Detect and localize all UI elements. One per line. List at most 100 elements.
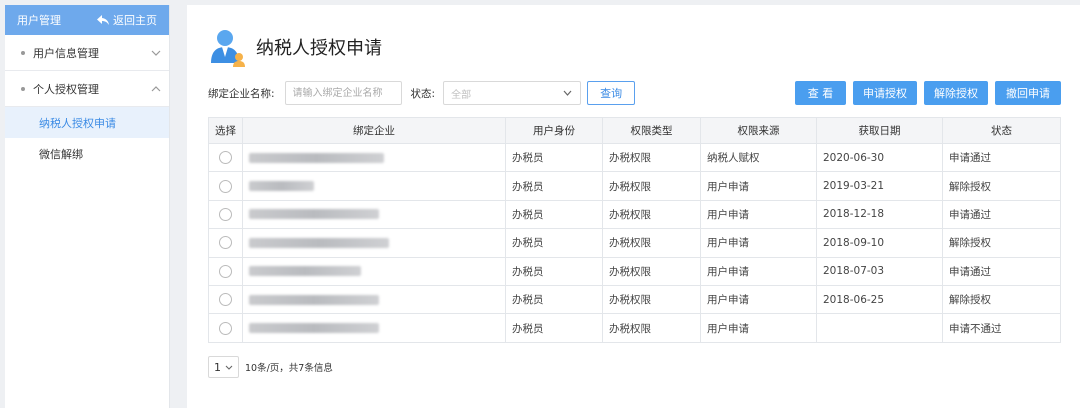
row-radio[interactable] — [219, 151, 232, 165]
status-cell: 申请通过 — [942, 199, 1061, 230]
select-cell — [208, 228, 243, 258]
table-row[interactable]: 办税员 办税权限 用户申请 2018-09-10 解除授权 — [208, 228, 1061, 258]
perm-type-cell: 办税权限 — [602, 142, 701, 173]
bullet-icon — [21, 86, 25, 91]
source-cell: 用户申请 — [700, 171, 817, 201]
status-select-value: 全部 — [451, 89, 472, 101]
sidebar-group-label: 个人授权管理 — [33, 82, 99, 96]
page-title: 纳税人授权申请 — [256, 38, 382, 59]
redacted-company-blur — [249, 323, 379, 334]
column-header: 获取日期 — [816, 117, 943, 144]
company-cell — [242, 228, 506, 258]
chevron-down-icon — [563, 90, 572, 96]
company-cell — [242, 142, 506, 173]
select-cell — [208, 171, 243, 201]
date-cell: 2019-03-21 — [816, 171, 943, 201]
select-cell — [208, 256, 243, 286]
date-cell — [816, 313, 943, 343]
status-cell: 申请通过 — [942, 142, 1061, 173]
select-cell — [208, 199, 243, 230]
company-cell — [242, 256, 506, 286]
status-cell: 申请不通过 — [942, 313, 1061, 343]
identity-cell: 办税员 — [505, 171, 603, 201]
status-cell: 解除授权 — [942, 228, 1061, 258]
company-name-input[interactable] — [284, 81, 402, 105]
bullet-icon — [21, 50, 25, 55]
redacted-company-blur — [249, 209, 379, 220]
row-radio[interactable] — [219, 179, 232, 193]
chevron-down-icon — [151, 50, 161, 56]
redacted-company-blur — [249, 181, 314, 192]
select-cell — [208, 142, 243, 173]
perm-type-cell: 办税权限 — [602, 171, 701, 201]
date-cell: 2018-09-10 — [816, 228, 943, 258]
source-cell: 用户申请 — [700, 256, 817, 286]
user-avatar-icon — [211, 30, 245, 67]
redacted-company-blur — [249, 266, 361, 277]
column-header: 选择 — [208, 117, 243, 144]
row-radio[interactable] — [219, 207, 232, 221]
revoke-auth-button[interactable]: 解除授权 — [924, 81, 988, 105]
redacted-company-blur — [249, 237, 389, 248]
table-row[interactable]: 办税员 办税权限 用户申请 2018-12-18 申请通过 — [208, 199, 1061, 230]
query-button[interactable]: 查询 — [587, 81, 636, 105]
column-header: 用户身份 — [505, 117, 603, 144]
sidebar-header: 用户管理 返回主页 — [5, 5, 169, 35]
view-button[interactable]: 查 看 — [795, 81, 846, 105]
sidebar-item-label: 纳税人授权申请 — [39, 116, 116, 130]
company-cell — [242, 199, 506, 230]
status-cell: 申请通过 — [942, 256, 1061, 286]
authorization-table: 选择 绑定企业 用户身份 权限类型 权限来源 获取日期 状态 办税员 办税权限 纳税… — [208, 117, 1061, 343]
company-cell — [242, 171, 506, 201]
main-panel: 纳税人授权申请 绑定企业名称: 状态: 全部 查询 查 看 申请授权 解除授权 … — [187, 5, 1080, 408]
sidebar-group-personal-auth[interactable]: 个人授权管理 — [5, 71, 169, 107]
row-radio[interactable] — [219, 293, 232, 307]
identity-cell: 办税员 — [505, 313, 603, 343]
date-cell: 2018-12-18 — [816, 199, 943, 230]
source-cell: 用户申请 — [700, 313, 817, 343]
page-size-select[interactable]: 1 — [208, 356, 239, 378]
sidebar-group-user-info[interactable]: 用户信息管理 — [5, 35, 169, 71]
date-cell: 2018-07-03 — [816, 256, 943, 286]
select-cell — [208, 284, 243, 315]
perm-type-cell: 办税权限 — [602, 228, 701, 258]
identity-cell: 办税员 — [505, 256, 603, 286]
date-cell: 2020-06-30 — [816, 142, 943, 173]
sidebar-item-wechat-unbind[interactable]: 微信解绑 — [5, 138, 169, 169]
column-header: 状态 — [942, 117, 1061, 144]
sidebar-group-label: 用户信息管理 — [33, 46, 99, 60]
row-radio[interactable] — [219, 236, 232, 250]
apply-auth-button[interactable]: 申请授权 — [853, 81, 917, 105]
status-cell: 解除授权 — [942, 284, 1061, 315]
redacted-company-blur — [249, 294, 379, 305]
source-cell: 用户申请 — [700, 228, 817, 258]
column-header: 权限类型 — [602, 117, 701, 144]
status-select[interactable]: 全部 — [443, 81, 582, 105]
sidebar-item-taxpayer-auth[interactable]: 纳税人授权申请 — [5, 107, 169, 138]
row-radio[interactable] — [219, 321, 232, 335]
identity-cell: 办税员 — [505, 228, 603, 258]
company-cell — [242, 284, 506, 315]
back-home-link[interactable]: 返回主页 — [97, 12, 157, 28]
back-home-label: 返回主页 — [113, 14, 157, 27]
table-row[interactable]: 办税员 办税权限 用户申请 2018-07-03 申请通过 — [208, 256, 1061, 286]
identity-cell: 办税员 — [505, 199, 603, 230]
source-cell: 纳税人赋权 — [700, 142, 817, 173]
source-cell: 用户申请 — [700, 284, 817, 315]
table-header-row: 选择 绑定企业 用户身份 权限类型 权限来源 获取日期 状态 — [208, 117, 1061, 144]
table-row[interactable]: 办税员 办税权限 纳税人赋权 2020-06-30 申请通过 — [208, 142, 1061, 173]
column-header: 绑定企业 — [242, 117, 506, 144]
withdraw-application-button[interactable]: 撤回申请 — [995, 81, 1061, 105]
perm-type-cell: 办税权限 — [602, 256, 701, 286]
table-row[interactable]: 办税员 办税权限 用户申请 申请不通过 — [208, 313, 1061, 343]
filter-bar: 绑定企业名称: 状态: 全部 查询 — [208, 81, 636, 105]
company-cell — [242, 313, 506, 343]
identity-cell: 办税员 — [505, 142, 603, 173]
table-row[interactable]: 办税员 办税权限 用户申请 2018-06-25 解除授权 — [208, 284, 1061, 315]
table-row[interactable]: 办税员 办税权限 用户申请 2019-03-21 解除授权 — [208, 171, 1061, 201]
row-radio[interactable] — [219, 264, 232, 278]
status-label: 状态: — [410, 87, 436, 100]
source-cell: 用户申请 — [700, 199, 817, 230]
status-cell: 解除授权 — [942, 171, 1061, 201]
chevron-down-icon — [225, 365, 233, 370]
